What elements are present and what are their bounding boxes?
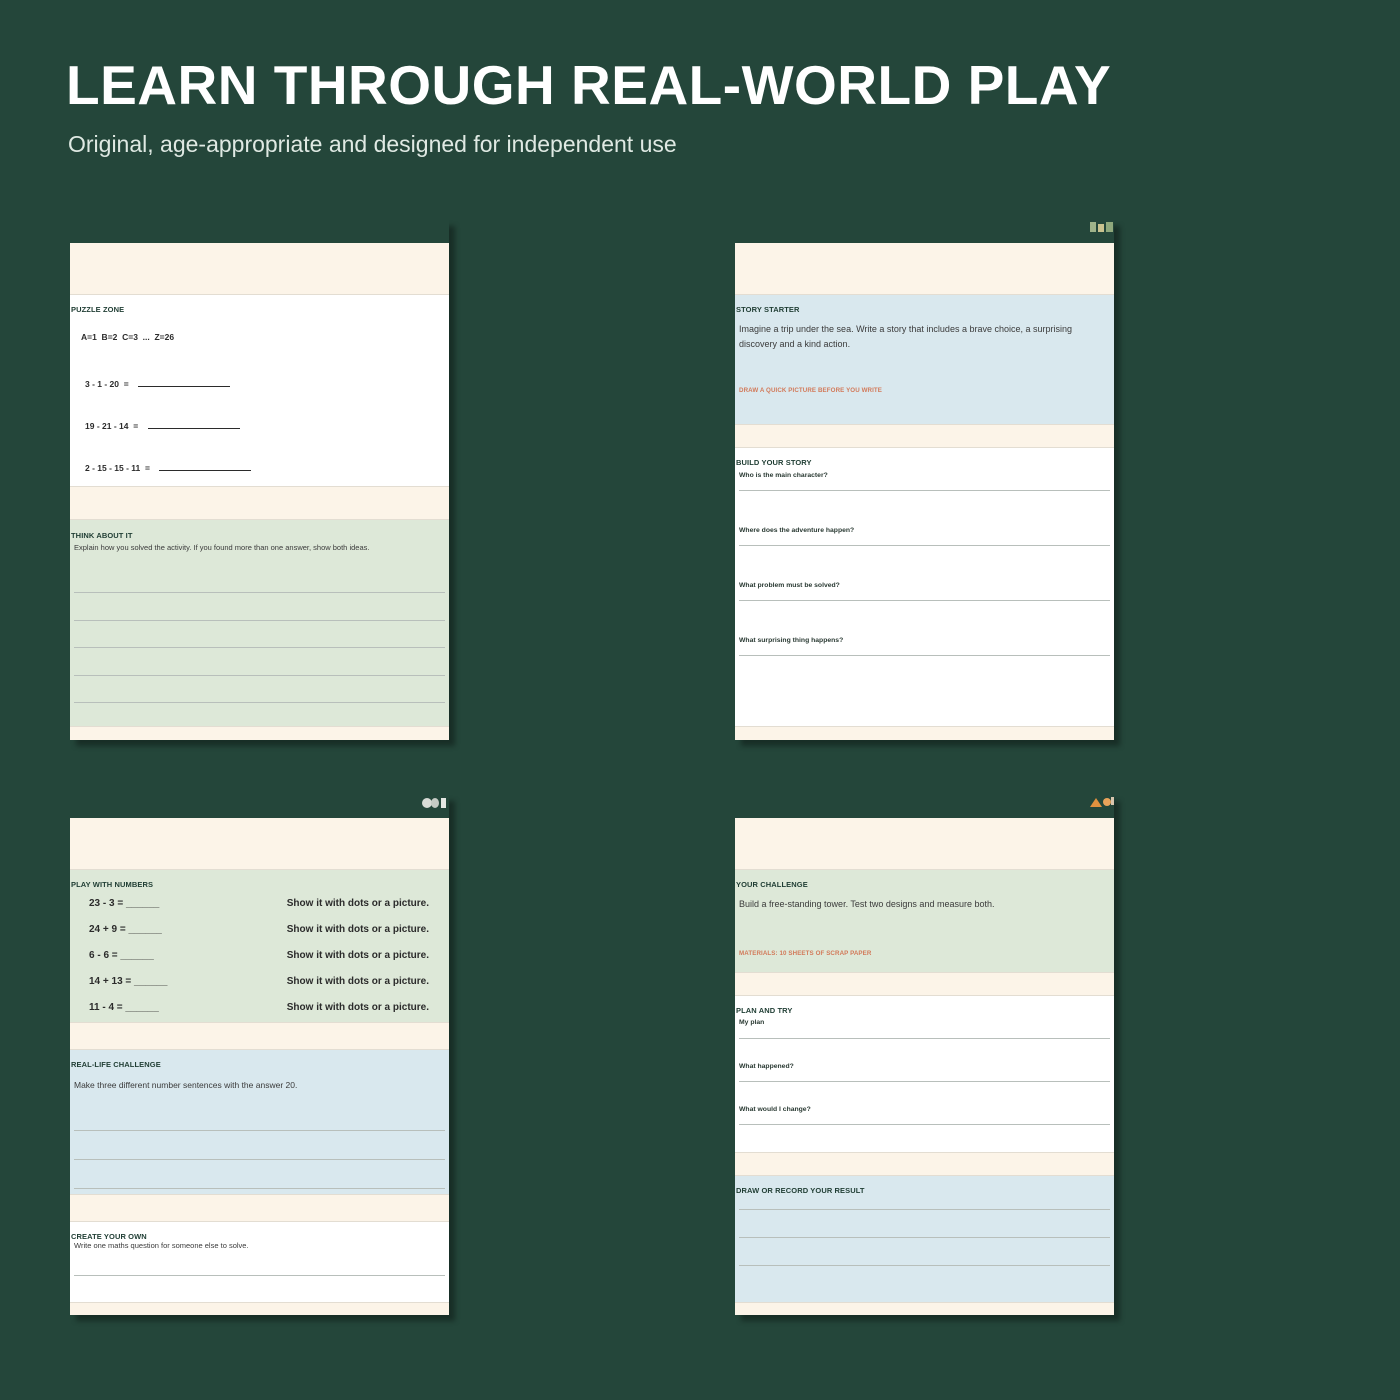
writing-line[interactable] <box>739 1237 1110 1238</box>
answer-line[interactable] <box>739 490 1110 491</box>
challenge-prompt: Make three different number sentences wi… <box>74 1080 298 1090</box>
your-challenge-section: YOUR CHALLENGE Build a free-standing tow… <box>735 869 1114 973</box>
code-row: 2 - 15 - 15 - 11 = <box>85 458 252 476</box>
section-heading: YOUR CHALLENGE <box>736 880 808 889</box>
writing-line[interactable] <box>74 1159 445 1160</box>
answer-line[interactable] <box>138 385 231 387</box>
worksheet-numbers-card: PLAY WITH NUMBERS 23 - 3 = ______ Show i… <box>70 795 449 1315</box>
number-expression: 23 - 3 = ______ <box>89 898 160 909</box>
writing-line[interactable] <box>74 1188 445 1189</box>
show-instruction: Show it with dots or a picture. <box>286 950 429 961</box>
challenge-prompt: Build a free-standing tower. Test two de… <box>739 899 995 909</box>
draw-note: DRAW A QUICK PICTURE BEFORE YOU WRITE <box>739 387 883 394</box>
section-heading: DRAW OR RECORD YOUR RESULT <box>736 1186 865 1195</box>
writing-line[interactable] <box>74 1130 445 1131</box>
plan-and-try-section: PLAN AND TRY My plan What happened? What… <box>735 995 1114 1153</box>
play-with-numbers-section: PLAY WITH NUMBERS 23 - 3 = ______ Show i… <box>70 869 449 1023</box>
answer-line[interactable] <box>159 469 252 471</box>
create-prompt: Write one maths question for someone els… <box>74 1241 249 1250</box>
code-expression: 19 - 21 - 14 = <box>85 421 139 431</box>
story-question: What surprising thing happens? <box>739 637 844 644</box>
section-heading: REAL-LIFE CHALLENGE <box>71 1060 161 1069</box>
card-top-bar <box>70 795 449 818</box>
code-row: 3 - 1 - 20 = <box>85 374 231 392</box>
answer-line[interactable] <box>739 545 1110 546</box>
record-result-section: DRAW OR RECORD YOUR RESULT <box>735 1175 1114 1303</box>
card-top-bar <box>735 220 1114 243</box>
story-starter-section: STORY STARTER Imagine a trip under the s… <box>735 294 1114 425</box>
section-heading: STORY STARTER <box>736 305 800 314</box>
writing-line[interactable] <box>739 1265 1110 1266</box>
answer-line[interactable] <box>147 427 240 429</box>
decoration-illustration-icon <box>1090 797 1114 807</box>
code-expression: 3 - 1 - 20 = <box>85 379 129 389</box>
card-top-bar <box>735 795 1114 818</box>
number-expression: 6 - 6 = ______ <box>89 950 154 961</box>
plan-prompt: What would I change? <box>739 1106 811 1113</box>
writing-line[interactable] <box>74 592 445 593</box>
worksheet-puzzle-card: PUZZLE ZONE A=1 B=2 C=3 ... Z=26 3 - 1 -… <box>70 220 449 740</box>
code-expression: 2 - 15 - 15 - 11 = <box>85 463 150 473</box>
answer-line[interactable] <box>739 655 1110 656</box>
number-row: 6 - 6 = ______ Show it with dots or a pi… <box>70 950 449 964</box>
puzzle-zone-section: PUZZLE ZONE A=1 B=2 C=3 ... Z=26 3 - 1 -… <box>70 294 449 487</box>
section-heading: BUILD YOUR STORY <box>736 458 812 467</box>
page-subtitle: Original, age-appropriate and designed f… <box>68 131 677 157</box>
writing-line[interactable] <box>74 620 445 621</box>
story-question: Where does the adventure happen? <box>739 527 855 534</box>
writing-line[interactable] <box>74 647 445 648</box>
section-heading: PLAN AND TRY <box>736 1006 793 1015</box>
number-expression: 24 + 9 = ______ <box>89 924 162 935</box>
number-row: 14 + 13 = ______ Show it with dots or a … <box>70 976 449 990</box>
answer-line[interactable] <box>739 1124 1110 1125</box>
number-row: 23 - 3 = ______ Show it with dots or a p… <box>70 898 449 912</box>
card-top-bar <box>70 220 449 243</box>
show-instruction: Show it with dots or a picture. <box>286 1002 429 1013</box>
plan-prompt: My plan <box>739 1019 765 1026</box>
story-question: Who is the main character? <box>739 472 828 479</box>
real-life-challenge-section: REAL-LIFE CHALLENGE Make three different… <box>70 1049 449 1195</box>
answer-line[interactable] <box>739 600 1110 601</box>
show-instruction: Show it with dots or a picture. <box>286 924 429 935</box>
think-about-it-section: THINK ABOUT IT Explain how you solved th… <box>70 519 449 727</box>
section-heading: PLAY WITH NUMBERS <box>71 880 154 889</box>
build-your-story-section: BUILD YOUR STORY Who is the main charact… <box>735 447 1114 727</box>
number-row: 24 + 9 = ______ Show it with dots or a p… <box>70 924 449 938</box>
plan-prompt: What happened? <box>739 1063 794 1070</box>
number-expression: 14 + 13 = ______ <box>89 976 168 987</box>
story-prompt: Imagine a trip under the sea. Write a st… <box>739 324 1073 349</box>
section-heading: PUZZLE ZONE <box>71 305 125 314</box>
story-question: What problem must be solved? <box>739 582 840 589</box>
writing-line[interactable] <box>74 1275 445 1276</box>
section-heading: THINK ABOUT IT <box>71 531 133 540</box>
worksheet-story-card: STORY STARTER Imagine a trip under the s… <box>735 220 1114 740</box>
answer-line[interactable] <box>739 1081 1110 1082</box>
page-title: LEARN THROUGH REAL-WORLD PLAY <box>66 54 1112 116</box>
number-row: 11 - 4 = ______ Show it with dots or a p… <box>70 1002 449 1016</box>
think-prompt: Explain how you solved the activity. If … <box>74 543 370 552</box>
number-expression: 11 - 4 = ______ <box>89 1002 159 1013</box>
create-your-own-section: CREATE YOUR OWN Write one maths question… <box>70 1221 449 1303</box>
show-instruction: Show it with dots or a picture. <box>286 976 429 987</box>
show-instruction: Show it with dots or a picture. <box>286 898 429 909</box>
section-heading: CREATE YOUR OWN <box>71 1232 147 1241</box>
decoration-illustration-icon <box>1090 222 1113 232</box>
writing-line[interactable] <box>74 675 445 676</box>
materials-note: MATERIALS: 10 SHEETS OF SCRAP PAPER <box>739 950 872 957</box>
answer-line[interactable] <box>739 1038 1110 1039</box>
decoration-illustration-icon <box>422 798 446 808</box>
code-row: 19 - 21 - 14 = <box>85 416 240 434</box>
writing-line[interactable] <box>739 1209 1110 1210</box>
letter-key: A=1 B=2 C=3 ... Z=26 <box>81 332 175 342</box>
writing-line[interactable] <box>74 702 445 703</box>
worksheet-challenge-card: YOUR CHALLENGE Build a free-standing tow… <box>735 795 1114 1315</box>
